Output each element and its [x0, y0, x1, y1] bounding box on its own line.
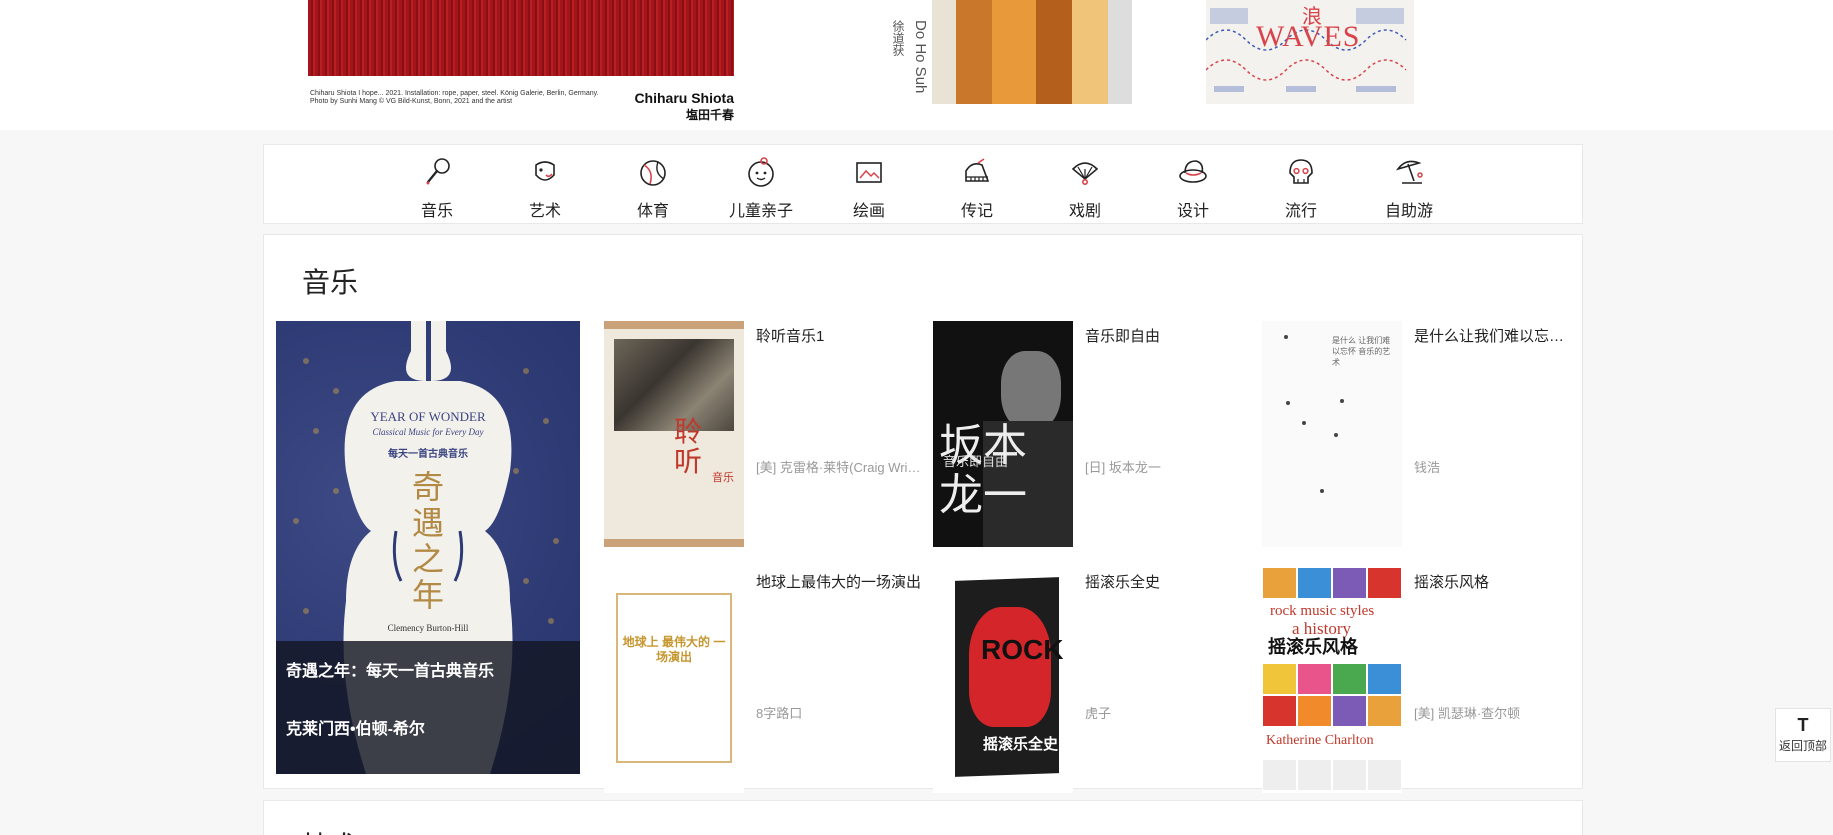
hat-icon [1179, 160, 1207, 183]
category-item-pop[interactable]: 流行 [1256, 155, 1346, 221]
category-label: 流行 [1284, 203, 1317, 220]
category-label: 绘画 [852, 203, 885, 220]
cover-title-zh: 摇滚乐风格 [1268, 637, 1358, 657]
book-card[interactable]: 地球上 最伟大的 一场演出 地球上最伟大的一场演出 8字路口 [604, 567, 924, 797]
book-cover: 地球上 最伟大的 一场演出 [604, 567, 744, 793]
book-author: 钱浩 [1414, 460, 1441, 475]
category-label: 艺术 [528, 203, 561, 220]
ball-icon [640, 160, 666, 186]
book-author: [美] 克雷格·莱特(Craig Wright) [756, 460, 921, 475]
poster-artist-zh: 徐道获 [891, 20, 905, 56]
back-to-top-button[interactable]: T 返回顶部 [1775, 708, 1831, 762]
book-title[interactable]: 是什么让我们难以忘怀——经典旋律的秘密 [1414, 325, 1579, 346]
cover-author-en: Katherine Charlton [1266, 733, 1374, 748]
cover-title: 地球上 最伟大的 一场演出 [622, 635, 726, 664]
book-title[interactable]: 聆听音乐1 [756, 325, 921, 346]
poster-image [308, 0, 734, 76]
banner-poster-suh[interactable]: 徐道获 Do Ho Suh [890, 0, 1166, 105]
book-card[interactable]: 聆听 音乐 聆听音乐1 [美] 克雷格·莱特(Craig Wright) [604, 321, 924, 551]
category-label: 传记 [960, 203, 993, 220]
poster-image [932, 0, 1132, 104]
cover-title: 坂本 龙一 [939, 420, 1027, 521]
book-title[interactable]: 音乐即自由 [1085, 325, 1250, 346]
section-title: 音乐 [302, 267, 359, 298]
cover-subtitle-en: Classical Music for Every Day [372, 427, 484, 437]
cover-subtitle: 音乐即自由 [943, 454, 1009, 469]
poster-caption: Chiharu Shiota I hope... 2021. Installat… [310, 90, 599, 105]
category-label: 音乐 [420, 203, 453, 220]
beach-umbrella-icon [1395, 160, 1423, 184]
book-author: 虎子 [1085, 706, 1112, 721]
cover-subtitle: 音乐 [712, 472, 734, 484]
poster-title-en: WAVES [1256, 20, 1361, 53]
category-item-painting[interactable]: 绘画 [824, 155, 914, 221]
cover-title: 是什么 让我们难以忘怀 音乐的艺术 [1332, 336, 1391, 367]
category-item-music[interactable]: 音乐 [392, 155, 482, 221]
picture-icon [856, 162, 882, 183]
book-card[interactable]: ROCK 摇滚乐全史 摇滚乐全史 虎子 [933, 567, 1253, 797]
featured-book[interactable]: YEAR OF WONDER Classical Music for Every… [276, 321, 580, 774]
tech-section: 技术 [263, 800, 1583, 835]
banner-strip: Chiharu Shiota I hope... 2021. Installat… [0, 0, 1833, 130]
book-cover: 坂本 龙一 音乐即自由 [933, 321, 1073, 547]
skull-icon [1289, 159, 1313, 184]
category-item-biography[interactable]: 传记 [932, 155, 1022, 221]
cover-title-zh: 奇遇之年 [412, 468, 445, 614]
category-label: 儿童亲子 [728, 203, 793, 220]
cover-title-zh: 摇滚乐全史 [983, 736, 1059, 753]
book-cover: ROCK 摇滚乐全史 [933, 567, 1073, 793]
poster-artist-en: Do Ho Suh [912, 20, 929, 94]
book-title[interactable]: 摇滚乐风格 [1414, 571, 1579, 592]
cover-photo-grid [1262, 567, 1402, 793]
category-item-art[interactable]: 艺术 [500, 155, 590, 221]
book-cover: 聆听 音乐 [604, 321, 744, 547]
piano-icon [965, 158, 990, 182]
category-item-design[interactable]: 设计 [1148, 155, 1238, 221]
category-nav: 音乐 艺术 体育 儿童亲子 绘画 传记 戏剧 设计 流行 自助游 [263, 144, 1583, 224]
featured-title: 奇遇之年：每天一首古典音乐 [286, 663, 495, 680]
mask-icon [535, 161, 555, 181]
book-author: [美] 凯瑟琳·查尔顿 [1414, 706, 1521, 721]
category-label: 设计 [1176, 203, 1209, 220]
book-title[interactable]: 摇滚乐全史 [1085, 571, 1250, 592]
music-section: 音乐 YEAR OF WONDER Classical Music for Ev… [263, 234, 1583, 793]
book-card[interactable]: rock music styles a history 摇滚乐风格 Kather… [1262, 567, 1582, 797]
child-face-icon [748, 157, 774, 187]
arrow-up-icon: T [1797, 715, 1809, 735]
cover-author-en: Clemency Burton-Hill [387, 623, 469, 633]
book-card[interactable]: 是什么 让我们难以忘怀 音乐的艺术 是什么让我们难以忘怀——经典旋律的秘密 钱浩 [1262, 321, 1582, 551]
category-label: 自助游 [1384, 203, 1433, 220]
microphone-icon [426, 158, 450, 185]
section-title: 技术 [302, 825, 358, 835]
category-item-sports[interactable]: 体育 [608, 155, 698, 221]
cover-title-en: ROCK [981, 634, 1064, 665]
book-card[interactable]: 坂本 龙一 音乐即自由 音乐即自由 [日] 坂本龙一 [933, 321, 1253, 551]
cover-title-en: YEAR OF WONDER [370, 409, 486, 424]
banner-poster-waves[interactable]: 浪 WAVES [1206, 0, 1414, 104]
category-item-self-travel[interactable]: 自助游 [1364, 155, 1454, 221]
cover-title-en: rock music styles [1270, 603, 1375, 619]
book-author: 8字路口 [756, 706, 803, 721]
back-to-top-label: 返回顶部 [1778, 739, 1827, 753]
book-author: [日] 坂本龙一 [1085, 460, 1161, 475]
poster-artist-en: Chiharu Shiota [634, 90, 734, 106]
book-cover: rock music styles a history 摇滚乐风格 Kather… [1262, 567, 1402, 793]
category-label: 体育 [636, 203, 669, 220]
category-label: 戏剧 [1068, 203, 1101, 220]
category-item-kids[interactable]: 儿童亲子 [716, 155, 806, 221]
category-item-drama[interactable]: 戏剧 [1040, 155, 1130, 221]
poster-artist-zh: 塩田千春 [685, 108, 734, 122]
featured-author: 克莱门西•伯顿-希尔 [286, 721, 425, 738]
fan-icon [1071, 162, 1099, 185]
cover-title: 聆听 [674, 416, 703, 477]
book-title[interactable]: 地球上最伟大的一场演出 [756, 571, 921, 592]
banner-poster-shiota[interactable]: Chiharu Shiota I hope... 2021. Installat… [308, 0, 734, 122]
cover-subtitle-zh: 每天一首古典音乐 [388, 449, 468, 460]
book-cover: 是什么 让我们难以忘怀 音乐的艺术 [1262, 321, 1402, 547]
